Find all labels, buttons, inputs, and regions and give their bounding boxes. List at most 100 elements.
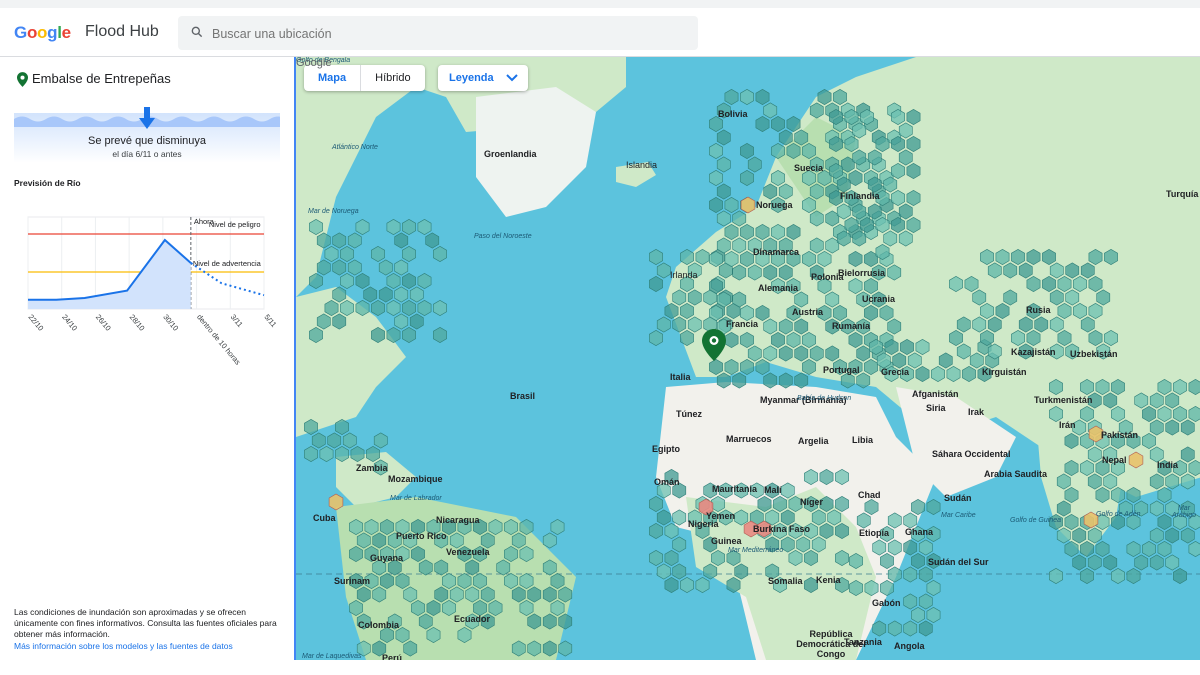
flood-gauge-hex bbox=[794, 372, 809, 389]
country-label: Kirguistán bbox=[982, 367, 1027, 377]
location-pin-icon bbox=[17, 72, 28, 87]
flood-gauge-hex bbox=[402, 300, 416, 316]
top-bar: Google Flood Hub bbox=[0, 0, 1200, 57]
sidebar: Embalse de Entrepeñas Se prevé que dismi… bbox=[0, 57, 294, 675]
flood-gauge-hex bbox=[740, 89, 754, 105]
flood-gauge-hex bbox=[394, 313, 409, 330]
sea-label: Mar Caribe bbox=[941, 512, 976, 519]
country-label: Nigeria bbox=[688, 519, 719, 529]
more-info-link[interactable]: Más información sobre los modelos y las … bbox=[14, 641, 233, 651]
flood-gauge-hex bbox=[1188, 541, 1200, 557]
country-label: Suecia bbox=[794, 163, 824, 173]
country-label: Somalia bbox=[768, 576, 803, 586]
flood-gauge-hex bbox=[340, 246, 354, 262]
flood-gauge-hex bbox=[1134, 554, 1149, 571]
flood-gauge-hex bbox=[1180, 527, 1195, 544]
country-label: Arabia Saudita bbox=[984, 469, 1048, 479]
x-tick-label: 28/10 bbox=[128, 313, 147, 333]
sea-label: Paso del Noroeste bbox=[474, 233, 532, 240]
flood-gauge-hex bbox=[649, 249, 663, 265]
country-label: Venezuela bbox=[446, 547, 490, 557]
flood-gauge-hex bbox=[402, 273, 416, 289]
flood-gauge-hex bbox=[903, 593, 918, 610]
sea-label: Mar de Noruega bbox=[308, 208, 359, 215]
country-label: Pakistán bbox=[1101, 430, 1139, 440]
flood-gauge-hex bbox=[1049, 568, 1063, 584]
map-canvas[interactable] bbox=[296, 57, 1200, 660]
flood-gauge-hex bbox=[1111, 568, 1125, 584]
country-label: Sudán bbox=[944, 493, 972, 503]
search-box[interactable] bbox=[178, 16, 698, 52]
country-label: Omán bbox=[654, 477, 680, 487]
flood-map[interactable]: Mapa Híbrido Leyenda Groenlandia Islandia… bbox=[294, 57, 1200, 660]
sea-label: Mar de Laquedivas bbox=[302, 653, 362, 660]
flood-gauge-hex bbox=[649, 330, 663, 346]
flood-gauge-hex bbox=[417, 300, 432, 316]
flood-gauge-hex bbox=[386, 273, 401, 289]
flood-gauge-hex bbox=[373, 432, 388, 449]
flood-gauge-hex bbox=[1157, 541, 1172, 557]
flood-gauge-hex bbox=[319, 446, 334, 462]
flood-gauge-hex bbox=[311, 432, 326, 449]
flood-gauge-hex bbox=[386, 219, 401, 235]
flood-gauge-hex bbox=[649, 276, 663, 292]
country-label: Afganistán bbox=[912, 389, 959, 399]
country-label: Rumanía bbox=[832, 321, 871, 331]
legend-button[interactable]: Leyenda bbox=[438, 65, 528, 91]
flood-gauge-hex bbox=[672, 563, 687, 580]
disclaimer-text: Las condiciones de inundación son aproxi… bbox=[14, 607, 277, 639]
flood-gauge-hex bbox=[911, 553, 925, 569]
flood-gauge-hex bbox=[716, 129, 731, 146]
tab-hibrido[interactable]: Híbrido bbox=[361, 65, 424, 91]
flood-gauge-hex bbox=[926, 607, 941, 623]
flood-gauge-hex bbox=[332, 232, 347, 249]
google-logo[interactable]: Google bbox=[14, 23, 71, 43]
flood-gauge-hex bbox=[649, 523, 663, 539]
flood-gauge-hex bbox=[371, 300, 385, 316]
flood-gauge-hex bbox=[747, 156, 762, 173]
flood-gauge-hex bbox=[872, 620, 887, 637]
flood-gauge-hex bbox=[903, 620, 918, 637]
water-level-banner: Se prevé que disminuya el día 6/11 o ant… bbox=[14, 107, 280, 163]
flood-gauge-hex bbox=[926, 499, 941, 515]
flood-gauge-hex bbox=[304, 446, 318, 462]
country-label: Bolivia bbox=[718, 109, 748, 119]
logo-letter: o bbox=[26, 23, 38, 42]
sea-label: Golfo de Guinea bbox=[1010, 517, 1061, 524]
flood-gauge-hex bbox=[680, 577, 694, 593]
forecast-date: el día 6/11 o antes bbox=[112, 149, 182, 159]
flood-gauge-hex bbox=[771, 116, 785, 132]
flood-gauge-hex bbox=[342, 432, 357, 449]
search-input[interactable] bbox=[210, 16, 684, 52]
country-label: Ghana bbox=[905, 527, 934, 537]
flood-gauge-hex bbox=[409, 286, 424, 303]
flood-gauge-hex bbox=[1149, 527, 1164, 544]
flood-gauge-hex bbox=[1165, 527, 1180, 544]
flood-gauge-hex bbox=[1126, 568, 1141, 584]
country-label: Egipto bbox=[652, 444, 680, 454]
sea-label: Atlántico Norte bbox=[332, 144, 378, 151]
flood-gauge-hex bbox=[355, 219, 370, 235]
country-label: Mozambique bbox=[388, 474, 443, 484]
flood-gauge-hex bbox=[327, 432, 342, 449]
flood-gauge-hex bbox=[656, 563, 671, 580]
country-label: Rusia bbox=[1026, 305, 1051, 315]
sea-label: Golfo de Adén bbox=[1096, 511, 1141, 518]
country-label: Portugal bbox=[823, 365, 860, 375]
river-forecast-chart: AhoraNivel de peligroNivel de advertenci… bbox=[26, 216, 278, 367]
country-label: Libia bbox=[852, 435, 874, 445]
flood-gauge-hex bbox=[763, 102, 778, 119]
x-tick-label: 26/10 bbox=[94, 313, 113, 333]
country-label: Austria bbox=[792, 307, 824, 317]
flood-gauge-hex bbox=[409, 313, 424, 330]
flood-gauge-hex bbox=[417, 273, 432, 289]
country-label: Francia bbox=[726, 319, 759, 329]
flood-gauge-hex bbox=[347, 232, 362, 249]
chart-annotation: Nivel de advertencia bbox=[193, 259, 262, 268]
product-name[interactable]: Flood Hub bbox=[85, 23, 159, 41]
history-area bbox=[28, 240, 191, 309]
country-label: Irán bbox=[1059, 420, 1076, 430]
flood-gauge-hex bbox=[709, 143, 723, 159]
country-label: Guyana bbox=[370, 553, 404, 563]
flood-gauge-hex bbox=[1087, 554, 1102, 571]
